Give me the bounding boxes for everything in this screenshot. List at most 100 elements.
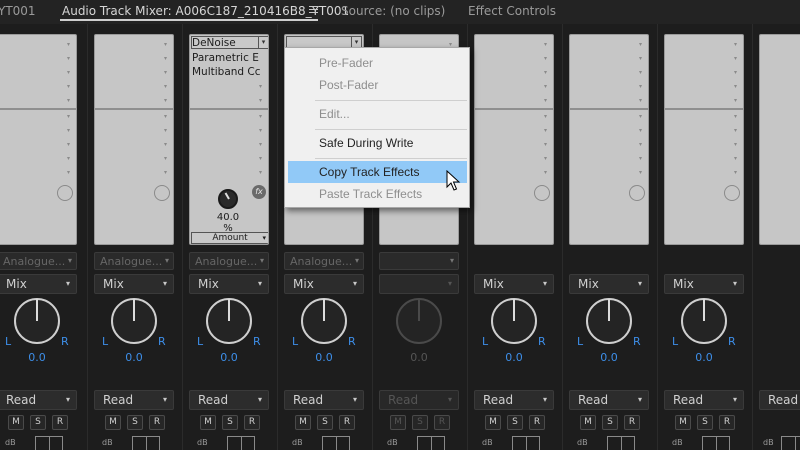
tab-audio-track-mixer[interactable]: Audio Track Mixer: A006C187_210416B8_YT0… (62, 4, 349, 18)
mute-button[interactable]: M (675, 415, 691, 430)
pan-knob[interactable] (14, 298, 60, 344)
record-button[interactable]: R (624, 415, 640, 430)
automation-mode-dropdown[interactable]: Read ▾ (284, 390, 364, 410)
menu-item-post-fader[interactable]: Post-Fader (285, 74, 469, 96)
record-button[interactable]: R (52, 415, 68, 430)
level-meter (607, 436, 635, 450)
automation-mode-dropdown[interactable]: Read ▾ (189, 390, 269, 410)
mode-dropdown[interactable]: Mix ▾ (94, 274, 174, 294)
menu-item-edit[interactable]: Edit... (285, 103, 469, 125)
db-label: dB (102, 438, 113, 447)
effects-panel[interactable]: ▾ ▾ ▾ ▾ ▾ ▾ ▾ ▾ ▾ ▾ (94, 34, 174, 245)
effect-slot-3[interactable]: Multiband Cc (192, 66, 261, 78)
mouse-pointer-icon (446, 170, 461, 191)
panel-menu-icon[interactable] (309, 6, 318, 14)
pan-value[interactable]: 0.0 (94, 351, 174, 364)
pan-value[interactable]: 0.0 (0, 351, 77, 364)
menu-item-copy-track-effects[interactable]: Copy Track Effects (288, 161, 467, 183)
pan-knob[interactable] (681, 298, 727, 344)
automation-mode-dropdown[interactable]: Read ▾ (569, 390, 649, 410)
effects-panel[interactable]: ▾ ▾ ▾ ▾ ▾ ▾ ▾ ▾ ▾ ▾ (569, 34, 649, 245)
tab-effect-controls[interactable]: Effect Controls (468, 4, 556, 18)
sends-knob-icon[interactable] (57, 185, 73, 201)
effect-param-dropdown[interactable]: Amount ▾ (191, 232, 268, 244)
effect-param-value: 40.0 (216, 212, 240, 223)
master-strip: Read dB (759, 24, 800, 450)
menu-item-paste-track-effects[interactable]: Paste Track Effects (285, 183, 469, 205)
mode-dropdown[interactable]: Mix ▾ (284, 274, 364, 294)
solo-button[interactable]: S (30, 415, 46, 430)
solo-button[interactable]: S (222, 415, 238, 430)
mode-dropdown[interactable]: Mix ▾ (474, 274, 554, 294)
menu-item-safe-during-write[interactable]: Safe During Write (285, 132, 469, 154)
solo-button[interactable]: S (697, 415, 713, 430)
input-selector: ▾ (379, 252, 459, 270)
record-button[interactable]: R (149, 415, 165, 430)
mute-button[interactable]: M (295, 415, 311, 430)
solo-button[interactable]: S (507, 415, 523, 430)
record-button[interactable]: R (244, 415, 260, 430)
effects-panel[interactable]: ▾ ▾ ▾ ▾ ▾ ▾ ▾ ▾ ▾ ▾ (0, 34, 77, 245)
solo-button[interactable]: S (317, 415, 333, 430)
sends-knob-icon[interactable] (154, 185, 170, 201)
track-strip-1: ▾ ▾ ▾ ▾ ▾ ▾ ▾ ▾ ▾ ▾ Analogue... ▾ Mix ▾ L R 0.0 Re… (0, 24, 92, 450)
sends-knob-icon[interactable] (724, 185, 740, 201)
solo-button: S (412, 415, 428, 430)
menu-separator (315, 100, 467, 101)
pan-knob[interactable] (491, 298, 537, 344)
automation-mode-dropdown[interactable]: Read ▾ (0, 390, 77, 410)
mute-button[interactable]: M (485, 415, 501, 430)
track-strip-8: ▾ ▾ ▾ ▾ ▾ ▾ ▾ ▾ ▾ ▾ Mix ▾ L R 0.0 Read ▾ M S R dB (664, 24, 759, 450)
input-selector[interactable]: Analogue... ▾ (0, 252, 77, 270)
input-selector[interactable]: Analogue... ▾ (94, 252, 174, 270)
effect-slot-context-menu: Pre-Fader Post-Fader Edit... Safe During… (284, 47, 470, 208)
pan-value[interactable]: 0.0 (189, 351, 269, 364)
input-selector[interactable]: Analogue... ▾ (189, 252, 269, 270)
db-label: dB (387, 438, 398, 447)
pan-left-label: L (482, 335, 489, 348)
effect-slot-1[interactable]: DeNoise (192, 37, 236, 49)
record-button[interactable]: R (719, 415, 735, 430)
pan-value[interactable]: 0.0 (474, 351, 554, 364)
menu-item-pre-fader[interactable]: Pre-Fader (285, 52, 469, 74)
record-button[interactable]: R (529, 415, 545, 430)
pan-value[interactable]: 0.0 (664, 351, 744, 364)
pan-knob[interactable] (586, 298, 632, 344)
mute-button[interactable]: M (200, 415, 216, 430)
automation-mode-dropdown[interactable]: Read ▾ (664, 390, 744, 410)
automation-mode-dropdown[interactable]: Read ▾ (94, 390, 174, 410)
pan-knob[interactable] (206, 298, 252, 344)
effects-panel[interactable]: ▾ ▾ ▾ ▾ ▾ ▾ ▾ ▾ ▾ ▾ (664, 34, 744, 245)
tab-sequence[interactable]: YT001 (0, 4, 36, 18)
effect-param-knob[interactable] (218, 189, 238, 209)
mute-button[interactable]: M (8, 415, 24, 430)
pan-value[interactable]: 0.0 (569, 351, 649, 364)
level-meter (512, 436, 540, 450)
effects-panel[interactable]: ▾ ▾ ▾ ▾ ▾ ▾ ▾ ▾ ▾ ▾ (474, 34, 554, 245)
mode-dropdown[interactable]: Mix ▾ (0, 274, 77, 294)
effects-panel[interactable]: ▾ DeNoise Parametric E Multiband Cc ▾ ▾ ▾… (189, 34, 269, 245)
solo-button[interactable]: S (602, 415, 618, 430)
tab-source[interactable]: Source: (no clips) (341, 4, 445, 18)
mute-button[interactable]: M (580, 415, 596, 430)
automation-mode-dropdown[interactable]: Read (759, 390, 800, 410)
pan-knob[interactable] (301, 298, 347, 344)
effect-slot-2[interactable]: Parametric E (192, 52, 259, 64)
fx-bypass-icon[interactable]: fx (252, 185, 266, 199)
sends-knob-icon[interactable] (629, 185, 645, 201)
sends-knob-icon[interactable] (534, 185, 550, 201)
track-strip-7: ▾ ▾ ▾ ▾ ▾ ▾ ▾ ▾ ▾ ▾ Mix ▾ L R 0.0 Read ▾ M S R dB (569, 24, 664, 450)
automation-mode-dropdown: Read ▾ (379, 390, 459, 410)
pan-left-label: L (5, 335, 12, 348)
input-selector[interactable]: Analogue... ▾ (284, 252, 364, 270)
mode-dropdown[interactable]: Mix ▾ (189, 274, 269, 294)
mode-dropdown[interactable]: Mix ▾ (664, 274, 744, 294)
pan-knob[interactable] (111, 298, 157, 344)
effects-panel[interactable] (759, 34, 800, 245)
record-button[interactable]: R (339, 415, 355, 430)
pan-value[interactable]: 0.0 (284, 351, 364, 364)
automation-mode-dropdown[interactable]: Read ▾ (474, 390, 554, 410)
mute-button[interactable]: M (105, 415, 121, 430)
solo-button[interactable]: S (127, 415, 143, 430)
mode-dropdown[interactable]: Mix ▾ (569, 274, 649, 294)
